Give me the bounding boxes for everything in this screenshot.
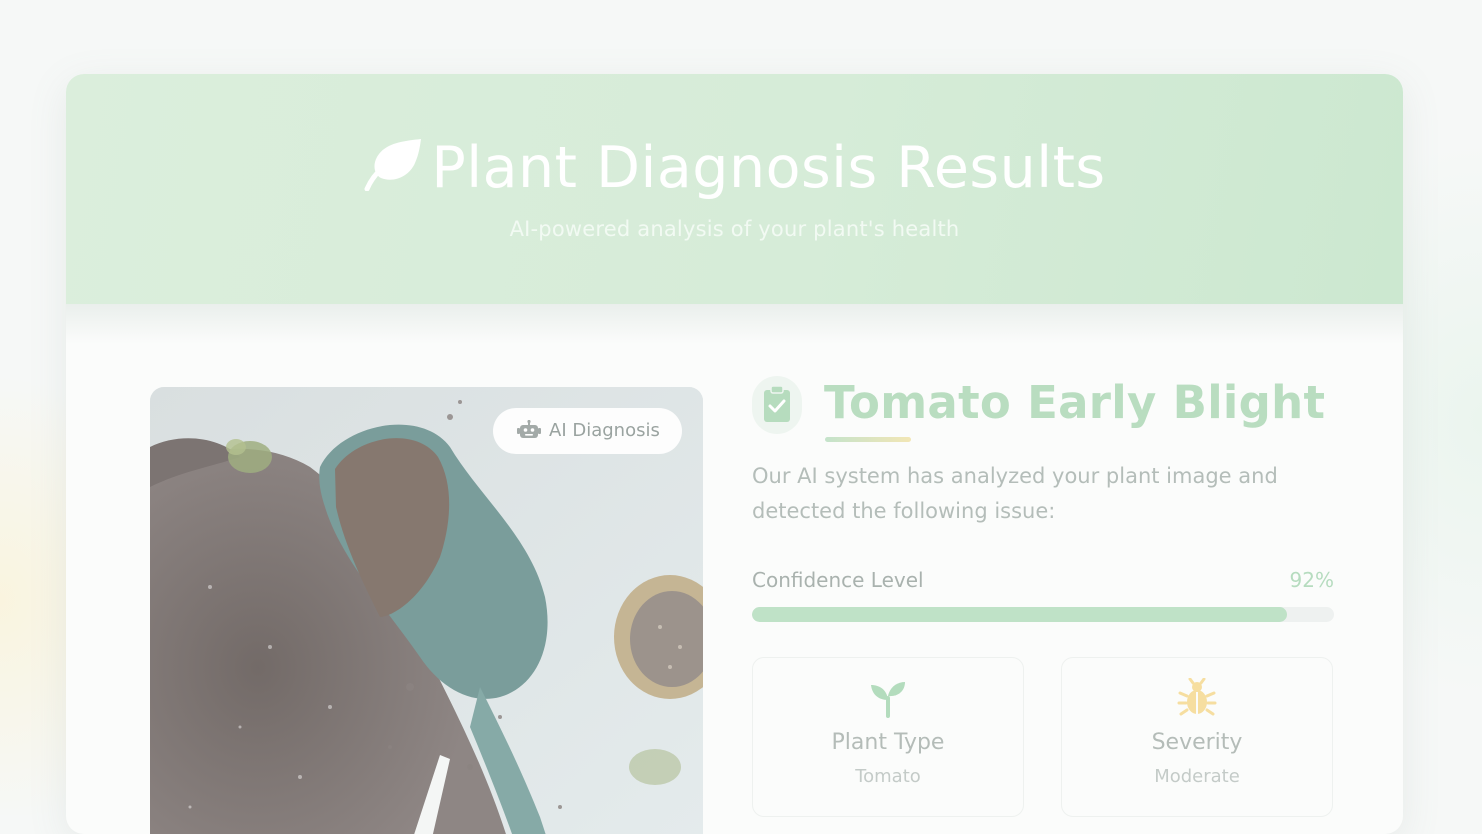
results-header: Plant Diagnosis Results AI-powered analy…: [66, 74, 1403, 304]
results-card: Plant Diagnosis Results AI-powered analy…: [66, 74, 1403, 834]
bug-icon: [1062, 677, 1332, 722]
confidence-bar: [752, 607, 1334, 622]
title-underline: [825, 437, 911, 442]
confidence-bar-fill: [752, 607, 1288, 622]
plant-type-card: Plant Type Tomato: [752, 657, 1024, 817]
clipboard-check-icon: [764, 385, 790, 422]
title-row: Plant Diagnosis Results: [66, 136, 1403, 200]
diagnosis-description: Our AI system has analyzed your plant im…: [752, 464, 1278, 523]
diagnosis-icon-wrap: [752, 376, 802, 434]
page-subtitle: AI-powered analysis of your plant's heal…: [509, 217, 960, 241]
page-title: Plant Diagnosis Results: [431, 135, 1106, 201]
severity-card: Severity Moderate: [1061, 657, 1333, 817]
diagnosis-title: Tomato Early Blight: [824, 376, 1326, 429]
severity-label: Severity: [1151, 730, 1243, 755]
confidence-value: 92%: [1289, 568, 1334, 592]
ai-diagnosis-label: AI Diagnosis: [549, 420, 660, 441]
header-shadow: [66, 304, 1403, 344]
plant-type-value: Tomato: [855, 766, 921, 787]
confidence-label: Confidence Level: [752, 568, 924, 592]
plant-photo: AI Diagnosis: [150, 387, 703, 834]
seedling-icon: [753, 678, 1023, 722]
severity-value: Moderate: [1154, 766, 1240, 787]
plant-type-label: Plant Type: [831, 730, 945, 755]
leaf-icon: [363, 137, 423, 192]
robot-icon: [517, 420, 541, 440]
ai-diagnosis-badge: AI Diagnosis: [493, 408, 682, 454]
